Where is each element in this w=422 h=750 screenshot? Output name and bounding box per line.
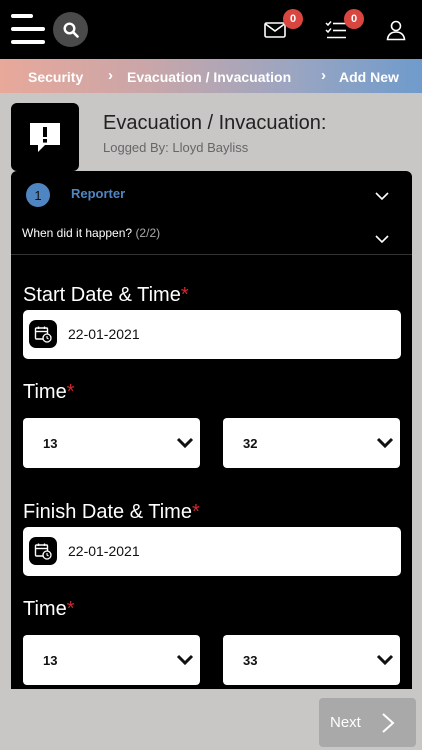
search-button[interactable] xyxy=(53,12,88,47)
finish-time-label: Time* xyxy=(23,598,75,621)
breadcrumb-security[interactable]: Security xyxy=(28,69,83,85)
start-time-label: Time* xyxy=(23,381,75,404)
start-minute-select[interactable]: 32 xyxy=(223,418,400,468)
breadcrumb-add-new: Add New xyxy=(339,69,399,85)
chevron-down-icon xyxy=(376,437,394,449)
chevron-right-icon xyxy=(382,713,395,733)
page-title: Evacuation / Invacuation: xyxy=(103,112,327,134)
next-button[interactable]: Next xyxy=(319,698,416,747)
start-minute-value: 32 xyxy=(243,436,258,451)
chevron-down-icon[interactable] xyxy=(374,188,390,204)
required-mark: * xyxy=(191,501,200,523)
finish-hour-select[interactable]: 13 xyxy=(23,635,200,685)
chevron-down-icon xyxy=(176,437,194,449)
alert-icon xyxy=(30,123,60,152)
logged-by: Logged By: Lloyd Bayliss xyxy=(103,140,249,155)
required-mark: * xyxy=(180,284,189,306)
finish-date-value: 22-01-2021 xyxy=(68,543,140,559)
next-button-label: Next xyxy=(330,714,361,731)
question-text[interactable]: When did it happen? (2/2) xyxy=(22,226,160,240)
step-label[interactable]: Reporter xyxy=(71,186,125,201)
question-label: When did it happen? xyxy=(22,226,133,240)
chevron-down-icon xyxy=(176,654,194,666)
divider xyxy=(11,254,412,255)
start-hour-select[interactable]: 13 xyxy=(23,418,200,468)
finish-date-input[interactable]: 22-01-2021 xyxy=(23,527,401,576)
user-icon[interactable] xyxy=(384,18,408,42)
breadcrumb-evacuation[interactable]: Evacuation / Invacuation xyxy=(127,69,291,85)
finish-date-label: Finish Date & Time* xyxy=(23,501,200,524)
menu-icon[interactable] xyxy=(11,14,45,44)
start-date-label: Start Date & Time* xyxy=(23,284,189,307)
required-mark: * xyxy=(66,381,75,403)
finish-hour-value: 13 xyxy=(43,653,58,668)
top-bar: 0 0 xyxy=(0,0,422,59)
tasks-count-badge: 0 xyxy=(344,9,364,29)
search-icon xyxy=(62,21,79,38)
breadcrumb-separator: › xyxy=(108,67,113,84)
chevron-down-icon[interactable] xyxy=(374,231,390,247)
breadcrumb-separator: › xyxy=(321,67,326,84)
step-number-badge: 1 xyxy=(26,183,50,207)
finish-minute-select[interactable]: 33 xyxy=(223,635,400,685)
breadcrumb: Security › Evacuation / Invacuation › Ad… xyxy=(0,59,422,93)
start-date-label-text: Start Date & Time xyxy=(23,284,181,306)
start-hour-value: 13 xyxy=(43,436,58,451)
start-date-input[interactable]: 22-01-2021 xyxy=(23,310,401,359)
question-progress: (2/2) xyxy=(135,226,161,240)
calendar-clock-icon[interactable] xyxy=(29,537,57,565)
calendar-clock-icon[interactable] xyxy=(29,320,57,348)
finish-time-label-text: Time xyxy=(23,598,67,620)
alert-icon-tile xyxy=(11,103,79,171)
start-date-value: 22-01-2021 xyxy=(68,326,140,342)
required-mark: * xyxy=(66,598,75,620)
chevron-down-icon xyxy=(376,654,394,666)
finish-date-label-text: Finish Date & Time xyxy=(23,501,192,523)
start-time-label-text: Time xyxy=(23,381,67,403)
form-panel: 1 Reporter When did it happen? (2/2) Sta… xyxy=(11,171,412,689)
mail-count-badge: 0 xyxy=(283,9,303,29)
finish-minute-value: 33 xyxy=(243,653,258,668)
